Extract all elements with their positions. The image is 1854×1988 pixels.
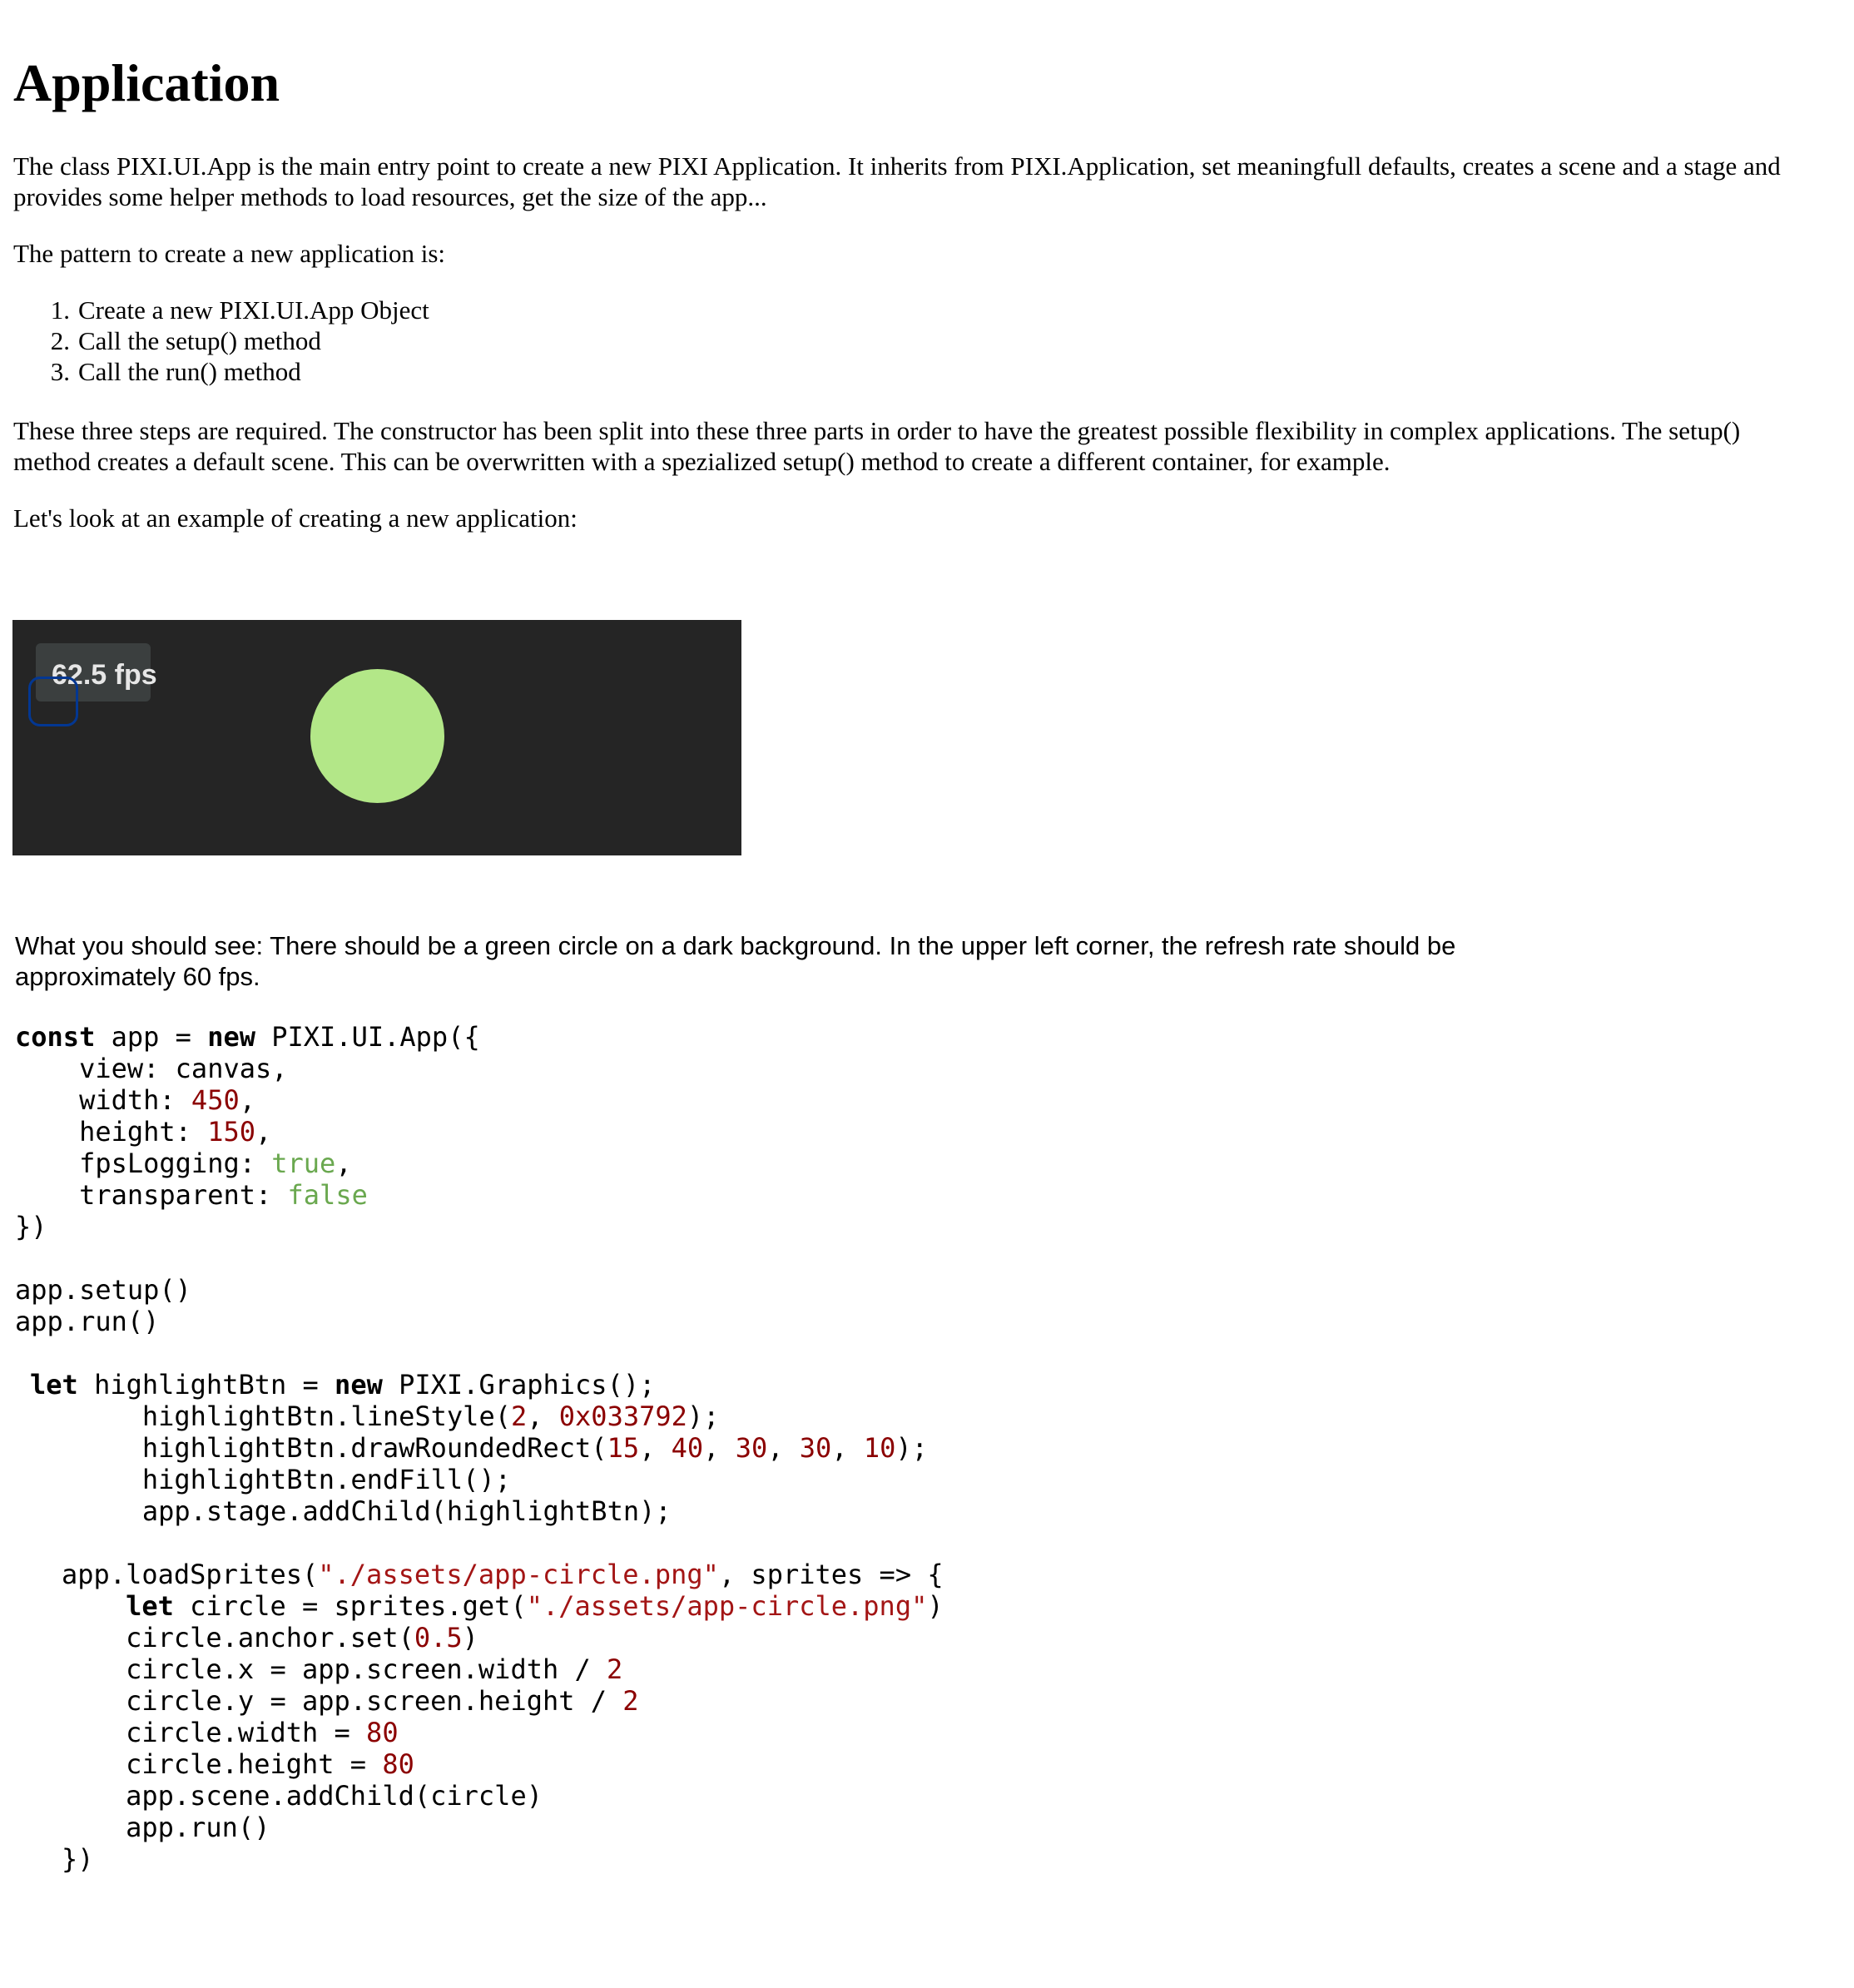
code-number: 450 [191, 1084, 240, 1116]
intro-paragraph: The class PIXI.UI.App is the main entry … [13, 151, 1781, 211]
code-text: , [703, 1432, 736, 1464]
code-text: circle.width = [126, 1717, 350, 1748]
code-text: , [639, 1432, 672, 1464]
code-keyword: const [15, 1021, 96, 1053]
code-text: highlightBtn = [77, 1369, 335, 1401]
code-text: }) app.setup() app.run() [15, 1211, 191, 1337]
code-keyword: new [207, 1021, 255, 1053]
list-item: 2. Call the setup() method [13, 325, 429, 356]
code-number: 15 [607, 1432, 640, 1464]
code-block-app: const app = new PIXI.UI.App({ view: canv… [15, 1021, 480, 1337]
code-number: 2 [622, 1685, 639, 1717]
green-circle [310, 669, 444, 803]
code-number: 2 [607, 1653, 623, 1685]
code-string: "./assets/app-circle.png" [318, 1559, 719, 1590]
code-text: app = [95, 1021, 208, 1053]
step-text: Call the run() method [78, 357, 301, 386]
code-keyword: new [335, 1369, 383, 1401]
code-text: circle.y = app.screen.height / [126, 1685, 607, 1717]
code-text: circle.height = [126, 1748, 367, 1780]
highlight-button[interactable] [28, 677, 78, 726]
list-item: 3. Call the run() method [13, 356, 429, 387]
code-text: , [767, 1432, 800, 1464]
code-text: app.loadSprites( [62, 1559, 319, 1590]
pattern-paragraph: The pattern to create a new application … [13, 239, 446, 268]
step-number: 1. [50, 295, 70, 325]
code-block-load-sprites: app.loadSprites("./assets/app-circle.png… [62, 1559, 944, 1875]
step-number: 3. [50, 357, 70, 386]
code-number: 80 [366, 1717, 399, 1748]
code-number: 0.5 [414, 1622, 463, 1653]
code-keyword: let [30, 1369, 78, 1401]
step-text: Create a new PIXI.UI.App Object [78, 295, 429, 325]
code-number: 40 [671, 1432, 704, 1464]
description-paragraph: What you should see: There should be a g… [15, 931, 1456, 991]
code-number: 30 [799, 1432, 832, 1464]
code-keyword: let [126, 1590, 174, 1622]
code-number: 0x033792 [558, 1401, 687, 1432]
code-number: 150 [207, 1116, 255, 1148]
code-text: , [527, 1401, 559, 1432]
code-number: 30 [735, 1432, 768, 1464]
code-number: 10 [863, 1432, 896, 1464]
code-boolean: true [271, 1148, 336, 1179]
code-text: app.scene.addChild(circle) app.run() }) [62, 1780, 543, 1875]
code-boolean: false [287, 1179, 368, 1211]
step-text: Call the setup() method [78, 326, 321, 355]
code-text: , [831, 1432, 864, 1464]
code-string: "./assets/app-circle.png" [526, 1590, 928, 1622]
required-paragraph: These three steps are required. The cons… [13, 416, 1741, 476]
code-text: circle = sprites.get( [173, 1590, 527, 1622]
list-item: 1. Create a new PIXI.UI.App Object [13, 295, 429, 325]
code-block-highlight: let highlightBtn = new PIXI.Graphics(); … [30, 1369, 928, 1527]
example-paragraph: Let's look at an example of creating a n… [13, 503, 578, 533]
page-title: Application [13, 53, 280, 112]
steps-list: 1. Create a new PIXI.UI.App Object 2. Call… [13, 295, 429, 387]
code-number: 2 [510, 1401, 528, 1432]
code-number: 80 [382, 1748, 414, 1780]
demo-canvas[interactable]: 62.5 fps [12, 620, 741, 855]
step-number: 2. [50, 326, 70, 355]
